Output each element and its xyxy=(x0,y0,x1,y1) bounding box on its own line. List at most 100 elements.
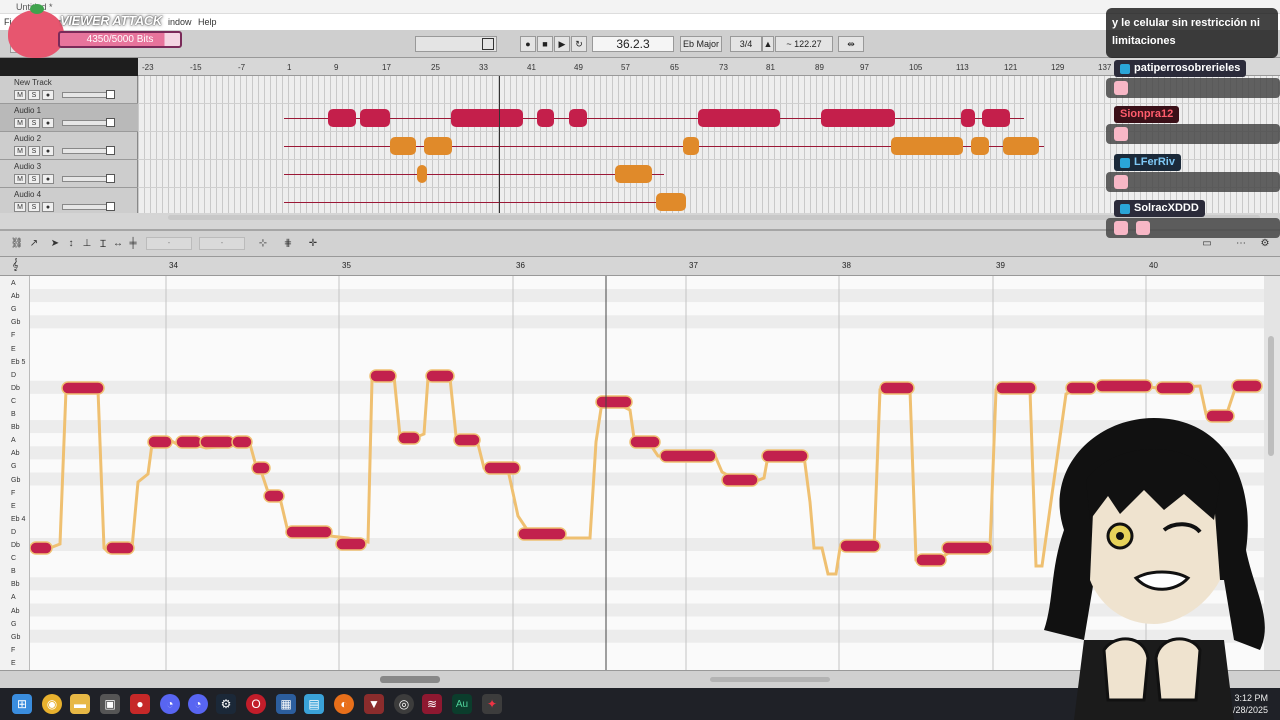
audio-clip[interactable] xyxy=(537,109,554,127)
audio-clip[interactable] xyxy=(971,137,989,155)
note-blob[interactable] xyxy=(879,381,915,395)
editor-ruler[interactable]: 𝄞 34 35 36 37 38 39 40 xyxy=(0,257,1280,276)
opera-icon[interactable]: O xyxy=(246,694,266,714)
app2-icon[interactable]: ✦ xyxy=(482,694,502,714)
firefox-icon[interactable]: ◐ xyxy=(334,694,354,714)
menu-help[interactable]: Help xyxy=(198,17,217,27)
monitor-checkbox[interactable] xyxy=(482,38,494,50)
windows-icon[interactable]: ⊞ xyxy=(12,694,32,714)
zoom-slider[interactable] xyxy=(710,677,830,682)
audio-clip[interactable] xyxy=(891,137,963,155)
pitch-move-icon[interactable]: ↕ xyxy=(64,236,78,250)
note-blob[interactable] xyxy=(105,541,135,555)
note-blob[interactable] xyxy=(915,553,947,567)
mute-button[interactable]: M xyxy=(14,118,26,128)
discord-icon[interactable]: ◔ xyxy=(160,694,180,714)
chrome-icon[interactable]: ◉ xyxy=(42,694,62,714)
note-blob[interactable] xyxy=(761,449,809,463)
record-button[interactable]: ● xyxy=(520,36,536,52)
scale-snap-icon[interactable]: ✛ xyxy=(306,236,320,250)
note-blob[interactable] xyxy=(251,461,271,475)
mute-button[interactable]: M xyxy=(14,202,26,212)
notepad-icon[interactable]: ▤ xyxy=(304,694,324,714)
pointer-tool-icon[interactable]: ➤ xyxy=(48,236,62,250)
grid-icon[interactable]: ⋕ xyxy=(281,236,295,250)
note-blob[interactable] xyxy=(517,527,567,541)
record-arm-button[interactable]: ● xyxy=(42,146,54,156)
record-arm-button[interactable]: ● xyxy=(42,90,54,100)
note-blob[interactable] xyxy=(1155,381,1195,395)
app-icon[interactable]: ▣ xyxy=(100,694,120,714)
key-display[interactable]: Eb Major xyxy=(680,36,722,52)
note-blob[interactable] xyxy=(1095,379,1153,393)
note-blob[interactable] xyxy=(425,369,455,383)
record-arm-button[interactable]: ● xyxy=(42,202,54,212)
quantize-icon[interactable]: ⊹ xyxy=(256,236,270,250)
solo-button[interactable]: S xyxy=(28,202,40,212)
note-blob[interactable] xyxy=(285,525,333,539)
note-blob[interactable] xyxy=(453,433,481,447)
discord-icon-2[interactable]: ◔ xyxy=(188,694,208,714)
note-blob[interactable] xyxy=(231,435,253,449)
steam-icon[interactable]: ⚙ xyxy=(216,694,236,714)
calculator-icon[interactable]: ▦ xyxy=(276,694,296,714)
note-blob[interactable] xyxy=(1065,381,1097,395)
note-blob[interactable] xyxy=(721,473,759,487)
track-audio-2[interactable]: Audio 2 M S ● xyxy=(0,132,138,160)
note-blob[interactable] xyxy=(263,489,285,503)
note-blob[interactable] xyxy=(659,449,717,463)
note-blob[interactable] xyxy=(199,435,235,449)
audio-clip[interactable] xyxy=(390,137,416,155)
editor-field-2[interactable]: - xyxy=(199,237,245,250)
editor-field-1[interactable]: - xyxy=(146,237,192,250)
audio-clip[interactable] xyxy=(683,137,699,155)
note-blob[interactable] xyxy=(1231,379,1263,393)
note-blob[interactable] xyxy=(29,541,53,555)
audio-clip[interactable] xyxy=(451,109,523,127)
note-blob[interactable] xyxy=(397,431,421,445)
file-explorer-icon[interactable]: ▬ xyxy=(70,694,90,714)
time-tool-icon[interactable]: ↔ xyxy=(111,236,125,250)
menu-window[interactable]: indow xyxy=(168,17,192,27)
audio-clip[interactable] xyxy=(1003,137,1039,155)
mute-button[interactable]: M xyxy=(14,146,26,156)
track-audio-1[interactable]: Audio 1 M S ● xyxy=(0,104,138,132)
playhead[interactable] xyxy=(499,76,500,213)
mute-button[interactable]: M xyxy=(14,90,26,100)
link-icon[interactable]: ⛓ xyxy=(10,236,24,250)
audio-clip[interactable] xyxy=(569,109,587,127)
audio-clip[interactable] xyxy=(360,109,390,127)
track-monitor-toggle[interactable] xyxy=(106,118,115,127)
record-arm-button[interactable]: ● xyxy=(42,174,54,184)
horizontal-scroll-thumb[interactable] xyxy=(380,676,440,683)
record-arm-button[interactable]: ● xyxy=(42,118,54,128)
sync-icon[interactable]: ⇹ xyxy=(838,36,864,52)
track-monitor-toggle[interactable] xyxy=(106,174,115,183)
note-blob[interactable] xyxy=(839,539,881,553)
solo-button[interactable]: S xyxy=(28,118,40,128)
tempo-display[interactable]: ~ 122.27 xyxy=(775,36,833,52)
pitch-tool-icon[interactable]: ↗ xyxy=(27,236,41,250)
melodyne-icon[interactable]: ≋ xyxy=(422,694,442,714)
amplitude-tool-icon[interactable]: ⊥ xyxy=(80,236,94,250)
metronome-icon[interactable]: ▲ xyxy=(762,36,774,52)
track-new-track[interactable]: New Track M S ● xyxy=(0,76,138,104)
track-monitor-toggle[interactable] xyxy=(106,202,115,211)
record-icon[interactable]: ● xyxy=(130,694,150,714)
note-blob[interactable] xyxy=(941,541,993,555)
loop-button[interactable]: ↻ xyxy=(571,36,587,52)
note-blob[interactable] xyxy=(995,381,1037,395)
solo-button[interactable]: S xyxy=(28,174,40,184)
audio-clip[interactable] xyxy=(656,193,686,211)
meter-display[interactable]: 3/4 xyxy=(730,36,762,52)
formant-tool-icon[interactable]: Ɪ xyxy=(96,236,110,250)
play-button[interactable]: ▶ xyxy=(554,36,570,52)
stop-button[interactable]: ■ xyxy=(537,36,553,52)
solo-button[interactable]: S xyxy=(28,90,40,100)
note-blob[interactable] xyxy=(335,537,367,551)
piano-keyboard[interactable]: A Ab G Gb F E Eb 5 D Db C B Bb A Ab G Gb F E Eb 4 D Db C B Bb A A… xyxy=(0,276,30,670)
position-display[interactable]: 36.2.3 xyxy=(592,36,674,52)
audio-clip[interactable] xyxy=(424,137,452,155)
monitor-field[interactable] xyxy=(415,36,497,52)
mute-button[interactable]: M xyxy=(14,174,26,184)
